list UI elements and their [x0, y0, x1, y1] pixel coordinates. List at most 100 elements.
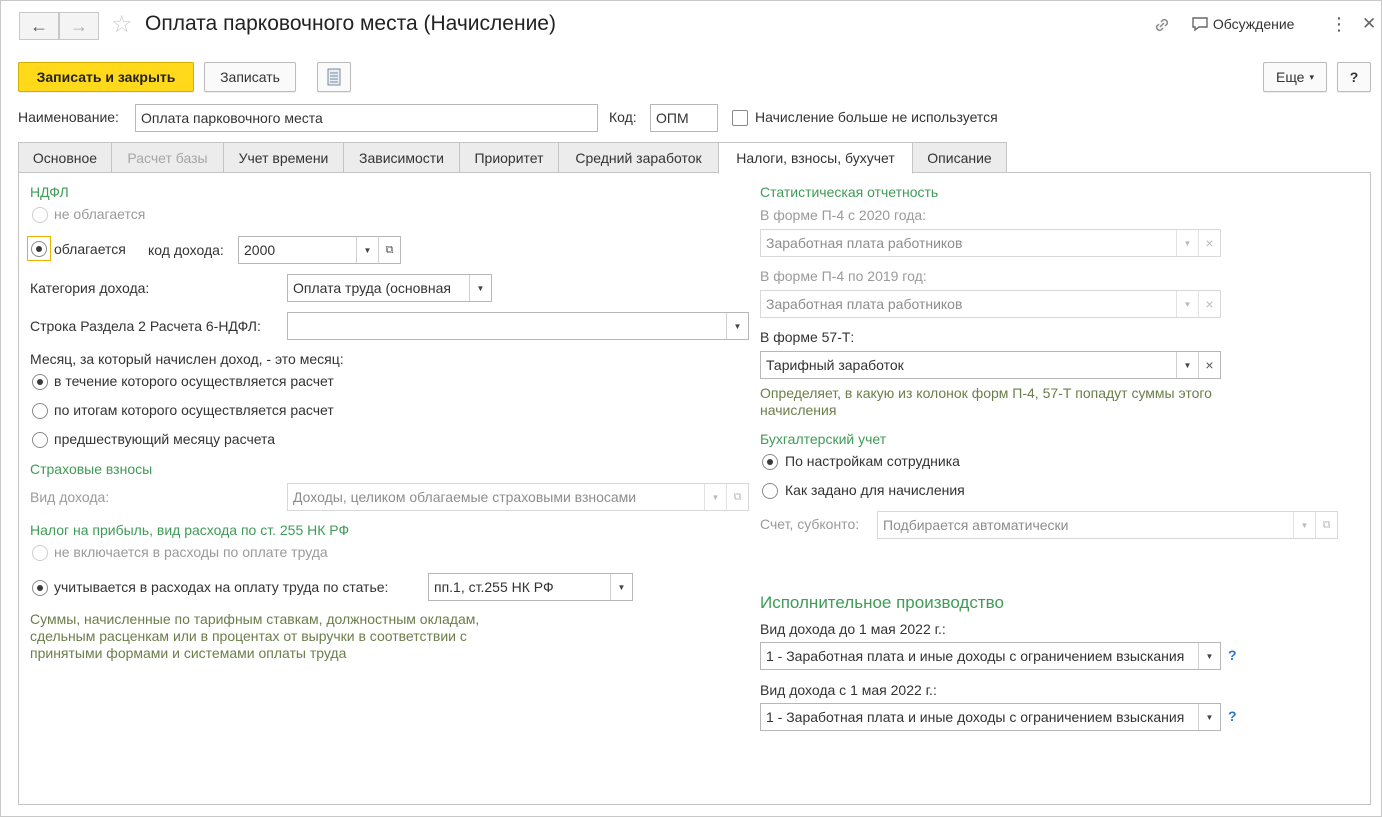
code-label: Код:: [609, 109, 637, 125]
enforcement-after-label: Вид дохода с 1 мая 2022 г.:: [760, 682, 937, 698]
report-button[interactable]: [317, 62, 351, 92]
account-select[interactable]: Подбирается автоматически ▼ ⧉: [877, 511, 1338, 539]
discussion-label: Обсуждение: [1212, 16, 1295, 32]
ndfl-taxed-label: облагается: [54, 241, 126, 257]
p4-2020-value: Заработная плата работников: [766, 235, 963, 251]
document-icon: [327, 68, 341, 86]
save-button[interactable]: Записать: [204, 62, 296, 92]
enforcement-after-help-icon[interactable]: ?: [1228, 708, 1237, 724]
link-icon[interactable]: [1152, 15, 1172, 40]
name-input[interactable]: Оплата парковочного места: [135, 104, 598, 132]
p4-2020-label: В форме П-4 с 2020 года:: [760, 207, 927, 223]
ndfl-row-select[interactable]: ▼: [287, 312, 749, 340]
profit-not-included-radio[interactable]: [32, 545, 48, 561]
profit-included-label: учитывается в расходах на оплату труда п…: [54, 579, 389, 595]
discussion-button[interactable]: Обсуждение: [1191, 16, 1294, 32]
forward-button[interactable]: →: [59, 12, 99, 40]
tab-taxes[interactable]: Налоги, взносы, бухучет: [718, 142, 913, 174]
clear-icon[interactable]: ×: [1198, 230, 1220, 256]
dropdown-icon[interactable]: ▼: [1293, 512, 1315, 538]
dropdown-icon[interactable]: ▼: [469, 275, 491, 301]
income-category-value: Оплата труда (основная: [293, 280, 451, 296]
article-value: пп.1, ст.255 НК РФ: [434, 579, 554, 595]
help-button[interactable]: ?: [1337, 62, 1371, 92]
enforcement-before-value: 1 - Заработная плата и иные доходы с огр…: [766, 648, 1185, 664]
tab-dependencies[interactable]: Зависимости: [343, 142, 460, 173]
enforcement-before-help-icon[interactable]: ?: [1228, 647, 1237, 663]
month-label: Месяц, за который начислен доход, - это …: [30, 351, 344, 367]
month-opt1-label: в течение которого осуществляется расчет: [54, 373, 334, 389]
p4-2020-select[interactable]: Заработная плата работников ▼ ×: [760, 229, 1221, 257]
income-code-value: 2000: [244, 242, 276, 258]
ndfl-row-label: Строка Раздела 2 Расчета 6-НДФЛ:: [30, 318, 261, 334]
open-icon[interactable]: ⧉: [378, 237, 400, 263]
more-actions-icon[interactable]: ⋮: [1330, 14, 1348, 35]
arrow-right-icon: →: [70, 15, 88, 36]
star-icon[interactable]: ☆: [111, 10, 133, 39]
tab-priority[interactable]: Приоритет: [459, 142, 559, 173]
month-opt1-radio[interactable]: [32, 374, 48, 390]
dropdown-icon[interactable]: ▼: [1198, 704, 1220, 730]
accounting-employee-radio[interactable]: [762, 454, 778, 470]
tab-base-calc[interactable]: Расчет базы: [111, 142, 224, 173]
open-icon[interactable]: ⧉: [726, 484, 748, 510]
p4-2019-label: В форме П-4 по 2019 год:: [760, 268, 927, 284]
save-and-close-button[interactable]: Записать и закрыть: [18, 62, 194, 92]
profit-included-radio[interactable]: [32, 580, 48, 596]
month-opt2-radio[interactable]: [32, 403, 48, 419]
ndfl-not-taxed-radio[interactable]: [32, 207, 48, 223]
accounting-employee-label: По настройкам сотрудника: [785, 453, 960, 469]
tab-description[interactable]: Описание: [912, 142, 1007, 173]
dropdown-icon[interactable]: ▼: [726, 313, 748, 339]
dropdown-icon[interactable]: ▼: [704, 484, 726, 510]
profit-not-included-label: не включается в расходы по оплате труда: [54, 544, 328, 560]
f57-select[interactable]: Тарифный заработок ▼ ×: [760, 351, 1221, 379]
account-label: Счет, субконто:: [760, 516, 860, 532]
arrow-left-icon: ←: [30, 15, 48, 36]
tab-average-earnings[interactable]: Средний заработок: [558, 142, 719, 173]
more-label: Еще: [1275, 69, 1305, 85]
ndfl-not-taxed-label: не облагается: [54, 206, 146, 222]
dropdown-icon[interactable]: ▼: [1176, 230, 1198, 256]
month-opt3-radio[interactable]: [32, 432, 48, 448]
name-value: Оплата парковочного места: [141, 110, 323, 126]
article-select[interactable]: пп.1, ст.255 НК РФ ▼: [428, 573, 633, 601]
code-input[interactable]: ОПМ: [650, 104, 718, 132]
clear-icon[interactable]: ×: [1198, 352, 1220, 378]
accounting-accrual-radio[interactable]: [762, 483, 778, 499]
tab-time[interactable]: Учет времени: [223, 142, 344, 173]
dropdown-icon[interactable]: ▼: [1176, 291, 1198, 317]
income-category-select[interactable]: Оплата труда (основная ▼: [287, 274, 492, 302]
name-label: Наименование:: [18, 109, 119, 125]
dropdown-icon[interactable]: ▼: [1198, 643, 1220, 669]
ndfl-section-title: НДФЛ: [30, 184, 69, 200]
profit-tax-section-title: Налог на прибыль, вид расхода по ст. 255…: [30, 522, 350, 538]
enforcement-after-select[interactable]: 1 - Заработная плата и иные доходы с огр…: [760, 703, 1221, 731]
chevron-down-icon: ▾: [1309, 71, 1315, 82]
dropdown-icon[interactable]: ▼: [610, 574, 632, 600]
insurance-kind-label: Вид дохода:: [30, 489, 110, 505]
ndfl-taxed-radio[interactable]: [31, 241, 47, 257]
f57-label: В форме 57-Т:: [760, 329, 855, 345]
close-icon[interactable]: ✕: [1362, 14, 1376, 34]
more-button[interactable]: Еще ▾: [1263, 62, 1327, 92]
dropdown-icon[interactable]: ▼: [356, 237, 378, 263]
account-value: Подбирается автоматически: [883, 517, 1069, 533]
p4-2019-select[interactable]: Заработная плата работников ▼ ×: [760, 290, 1221, 318]
accounting-accrual-label: Как задано для начисления: [785, 482, 965, 498]
back-button[interactable]: ←: [19, 12, 59, 40]
insurance-kind-select[interactable]: Доходы, целиком облагаемые страховыми вз…: [287, 483, 749, 511]
unused-label: Начисление больше не используется: [755, 109, 998, 125]
insurance-section-title: Страховые взносы: [30, 461, 153, 477]
unused-checkbox[interactable]: [732, 110, 748, 126]
dropdown-icon[interactable]: ▼: [1176, 352, 1198, 378]
tab-main[interactable]: Основное: [18, 142, 112, 173]
clear-icon[interactable]: ×: [1198, 291, 1220, 317]
income-code-input[interactable]: 2000 ▼ ⧉: [238, 236, 401, 264]
page-title: Оплата парковочного места (Начисление): [145, 12, 556, 35]
open-icon[interactable]: ⧉: [1315, 512, 1337, 538]
p4-2019-value: Заработная плата работников: [766, 296, 963, 312]
enforcement-after-value: 1 - Заработная плата и иные доходы с огр…: [766, 709, 1185, 725]
enforcement-section-title: Исполнительное производство: [760, 593, 1004, 612]
enforcement-before-select[interactable]: 1 - Заработная плата и иные доходы с огр…: [760, 642, 1221, 670]
